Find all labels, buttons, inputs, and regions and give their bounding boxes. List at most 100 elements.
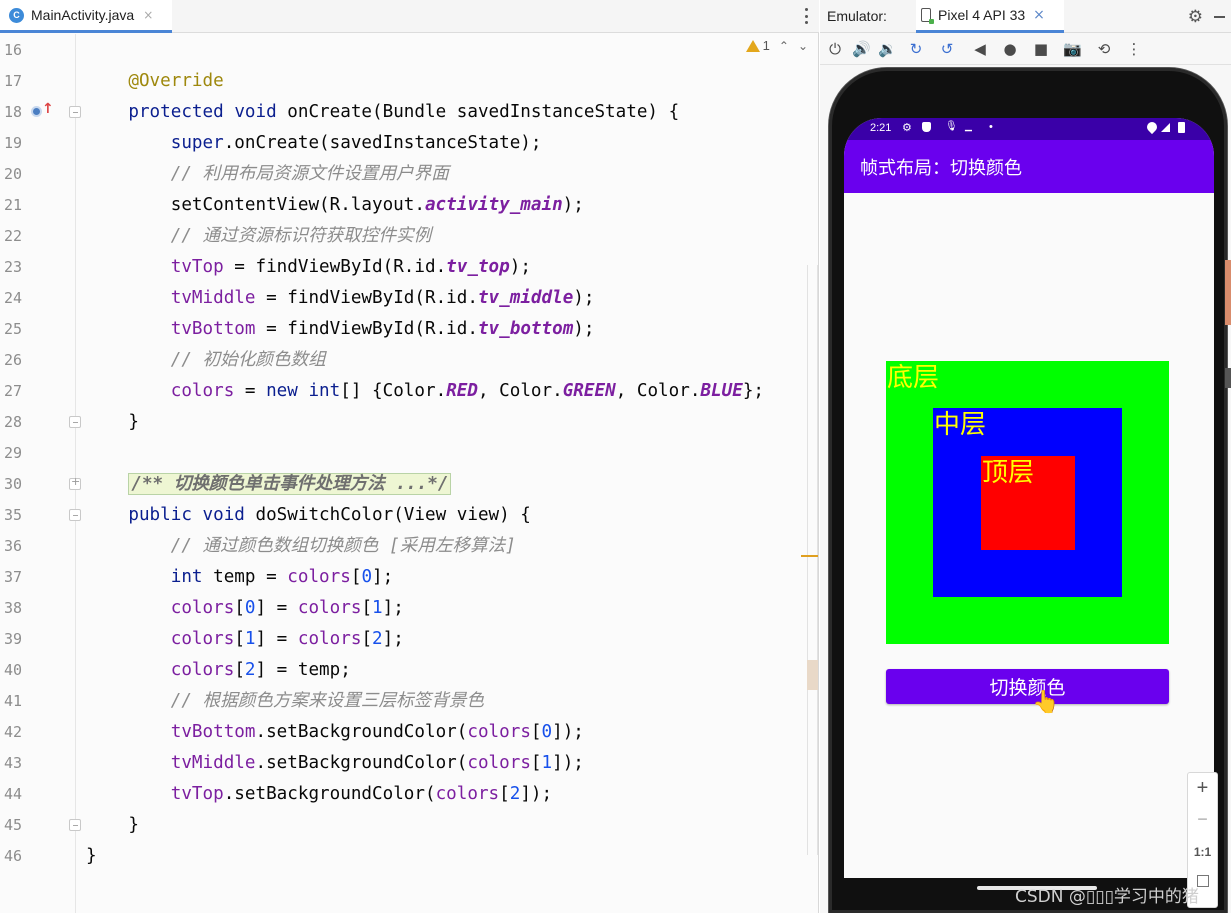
phone-screen[interactable]: 2:21 ⚙ 🎙 ▁ • 帧式布局：切换颜色 底层 中层 顶层 切换颜色 [844,118,1214,878]
bottom-layer-label: 底层 [887,363,940,393]
code-token: colors [170,598,235,618]
code-line[interactable]: // 初始化颜色数组 [86,345,326,376]
warning-marker[interactable] [801,555,818,557]
code-line[interactable]: tvBottom.setBackgroundColor(colors[0]); [86,717,584,748]
code-token: [ [530,722,542,742]
code-line[interactable]: int temp = colors[0]; [86,562,393,593]
home-icon[interactable]: ● [1001,40,1019,58]
code-token: ]; [382,598,404,618]
code-token: RED [446,381,478,401]
code-line[interactable]: } [86,407,139,438]
watermark: CSDN @▯▯▯学习中的猪 [1015,887,1199,907]
camera-icon[interactable]: 📷 [1063,40,1082,58]
code-token: [ [234,598,245,618]
code-token: } [86,412,139,432]
more-options-icon[interactable] [805,8,809,24]
code-line[interactable]: tvBottom = findViewById(R.id.tv_bottom); [86,314,595,345]
rotate-right-icon[interactable]: ↺ [938,40,956,58]
line-number: 39 [4,630,23,648]
code-line[interactable]: // 通过资源标识符获取控件实例 [86,221,432,252]
back-icon[interactable]: ◀ [971,40,989,58]
line-number: 43 [4,754,23,772]
zoom-in-button[interactable]: + [1188,777,1217,800]
code-token: new [266,381,298,401]
override-method-icon[interactable] [31,106,42,117]
code-line[interactable]: tvTop.setBackgroundColor(colors[2]); [86,779,552,810]
code-token: = findViewById(R.id. [223,257,447,277]
minimize-icon[interactable] [1214,16,1225,18]
close-icon[interactable]: × [143,8,153,22]
code-token: tvBottom [170,319,256,339]
zoom-out-button[interactable]: − [1188,809,1217,830]
code-line[interactable]: @Override [86,66,223,97]
code-token: colors [297,598,362,618]
snapshot-icon[interactable]: ⟲ [1095,40,1113,58]
code-token: int [170,567,203,587]
line-number: 42 [4,723,23,741]
code-line[interactable]: } [86,841,97,872]
volume-up-icon[interactable]: 🔊 [852,40,871,58]
code-line[interactable]: protected void onCreate(Bundle savedInst… [86,97,679,128]
line-number: 27 [4,382,23,400]
zoom-actual-size-button[interactable]: 1:1 [1188,845,1217,859]
code-line[interactable]: super.onCreate(savedInstanceState); [86,128,542,159]
code-text-area[interactable]: @Override protected void onCreate(Bundle… [77,34,807,913]
code-line[interactable]: colors[1] = colors[2]; [86,624,404,655]
code-line[interactable]: colors[0] = colors[1]; [86,593,404,624]
file-tab-mainactivity[interactable]: C MainActivity.java × [0,0,172,33]
code-line[interactable]: colors = new int[] {Color.RED, Color.GRE… [86,376,764,407]
code-token: tvMiddle [170,753,256,773]
code-token: .setBackgroundColor( [223,784,436,804]
code-token: activity_main [424,195,563,215]
code-line[interactable]: setContentView(R.layout.activity_main); [86,190,584,221]
code-token: ] = [255,629,298,649]
code-line[interactable]: /** 切换颜色单击事件处理方法 ...*/ [86,469,452,500]
rotate-left-icon[interactable]: ↻ [907,40,925,58]
code-token: [ [530,753,542,773]
code-token: ]); [552,753,584,773]
code-line[interactable]: // 通过颜色数组切换颜色 [采用左移算法] [86,531,516,562]
power-icon[interactable]: ⏻ [826,40,844,58]
more-icon[interactable]: ⋮ [1125,40,1143,58]
code-line[interactable]: tvTop = findViewById(R.id.tv_top); [86,252,531,283]
emulator-label: Emulator: [827,8,887,24]
code-token: 2 [244,660,256,680]
gear-icon[interactable]: ⚙ [1188,7,1203,27]
device-tab[interactable]: Pixel 4 API 33 × [916,0,1064,33]
editor-scrollbar[interactable] [807,265,818,855]
line-number-gutter[interactable]: 16 17 18 ↑ 19 20 21 22 23 24 25 26 27 28 29 30 35 36 37 38 3… [0,34,81,913]
code-editor[interactable]: C MainActivity.java × 1 ⌃ ⌄ 16 17 18 ↑ 19 20 2… [0,0,819,913]
overview-icon[interactable]: ■ [1032,40,1050,58]
code-token: // 通过资源标识符获取控件实例 [170,226,432,246]
device-icon [921,8,934,24]
arrow-up-icon: ↑ [42,101,54,117]
close-icon[interactable]: × [1033,7,1045,23]
code-token: ] = temp; [255,660,351,680]
code-token: // 根据颜色方案来设置三层标签背景色 [170,691,485,711]
notification-dot: • [989,121,993,133]
volume-down-icon[interactable]: 🔉 [878,40,897,58]
code-line[interactable]: colors[2] = temp; [86,655,351,686]
switch-color-button[interactable]: 切换颜色 [886,669,1169,704]
line-number: 35 [4,506,23,524]
code-line[interactable]: // 根据颜色方案来设置三层标签背景色 [86,686,484,717]
code-line[interactable]: public void doSwitchColor(View view) { [86,500,531,531]
scrollbar-thumb[interactable] [807,660,818,690]
app-title: 帧式布局：切换颜色 [860,158,1022,179]
code-line[interactable]: } [86,810,139,841]
top-layer: 顶层 [981,456,1075,550]
code-token: = findViewById(R.id. [255,288,478,308]
code-line[interactable]: tvMiddle.setBackgroundColor(colors[1]); [86,748,584,779]
code-token: 1 [244,629,256,649]
code-line[interactable]: tvMiddle = findViewById(R.id.tv_middle); [86,283,595,314]
code-line[interactable]: // 利用布局资源文件设置用户界面 [86,159,449,190]
line-number: 45 [4,816,23,834]
code-token: }; [742,381,764,401]
